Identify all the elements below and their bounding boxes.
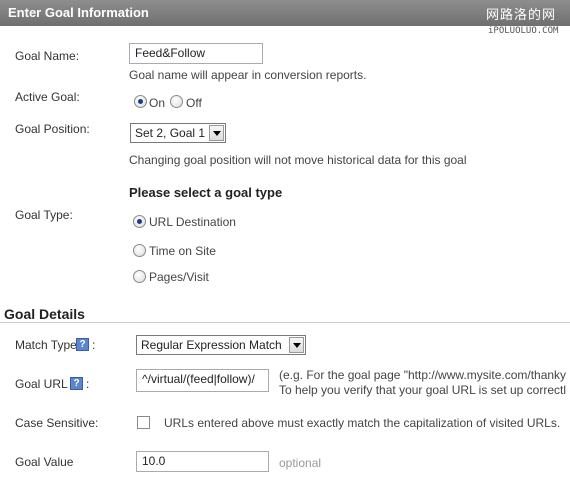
goal-position-label: Goal Position: bbox=[15, 122, 90, 136]
goal-position-value: Set 2, Goal 1 bbox=[135, 126, 206, 140]
watermark-subtext: iPOLUOLUO.COM bbox=[488, 26, 559, 36]
goal-type-pages-visit-radio[interactable] bbox=[133, 270, 146, 283]
match-type-colon: : bbox=[92, 338, 96, 352]
goal-value-input[interactable]: 10.0 bbox=[136, 451, 269, 472]
match-type-select[interactable]: Regular Expression Match bbox=[136, 335, 306, 355]
goal-name-input[interactable]: Feed&Follow bbox=[129, 43, 263, 64]
match-type-label: Match Type bbox=[15, 338, 77, 352]
goal-type-pages-visit-label[interactable]: Pages/Visit bbox=[149, 270, 209, 284]
goal-url-verify-hint: To help you verify that your goal URL is… bbox=[279, 383, 567, 397]
goal-type-url-destination-label[interactable]: URL Destination bbox=[149, 215, 236, 229]
section-header-bar: Enter Goal Information 网路洛的网 bbox=[0, 0, 570, 26]
active-goal-on-radio[interactable] bbox=[134, 95, 147, 108]
goal-details-title: Goal Details bbox=[4, 306, 85, 322]
active-goal-on-label[interactable]: On bbox=[149, 96, 165, 110]
goal-type-time-on-site-label[interactable]: Time on Site bbox=[149, 244, 216, 258]
match-type-value: Regular Expression Match bbox=[141, 338, 282, 352]
active-goal-label: Active Goal: bbox=[15, 90, 80, 104]
active-goal-off-label[interactable]: Off bbox=[186, 96, 202, 110]
goal-value-optional-hint: optional bbox=[279, 456, 322, 470]
goal-position-hint: Changing goal position will not move his… bbox=[129, 153, 467, 167]
case-sensitive-checkbox[interactable] bbox=[137, 416, 150, 429]
section-divider bbox=[0, 322, 570, 323]
goal-type-url-destination-radio[interactable] bbox=[133, 215, 146, 228]
goal-type-time-on-site-radio[interactable] bbox=[133, 244, 146, 257]
chevron-down-icon[interactable] bbox=[209, 125, 224, 141]
watermark-logo: 网路洛的网 bbox=[485, 7, 556, 22]
case-sensitive-description: URLs entered above must exactly match th… bbox=[164, 416, 561, 430]
active-goal-off-radio[interactable] bbox=[170, 95, 183, 108]
goal-type-label: Goal Type: bbox=[15, 208, 73, 222]
chevron-down-icon[interactable] bbox=[289, 337, 304, 353]
goal-url-example-hint: (e.g. For the goal page "http://www.mysi… bbox=[279, 368, 567, 382]
goal-url-colon: : bbox=[86, 377, 90, 391]
goal-name-hint: Goal name will appear in conversion repo… bbox=[129, 68, 367, 82]
goal-url-input[interactable]: ^/virtual/(feed|follow)/ bbox=[136, 369, 269, 392]
goal-position-select[interactable]: Set 2, Goal 1 bbox=[130, 123, 226, 143]
help-icon[interactable]: ? bbox=[70, 377, 83, 390]
goal-value-label: Goal Value bbox=[15, 455, 74, 469]
help-icon[interactable]: ? bbox=[76, 338, 89, 351]
goal-name-label: Goal Name: bbox=[15, 49, 80, 63]
goal-url-label: Goal URL bbox=[15, 377, 68, 391]
section-title-goal-information: Enter Goal Information bbox=[8, 5, 149, 20]
case-sensitive-label: Case Sensitive: bbox=[15, 416, 99, 430]
goal-type-heading: Please select a goal type bbox=[129, 185, 283, 200]
